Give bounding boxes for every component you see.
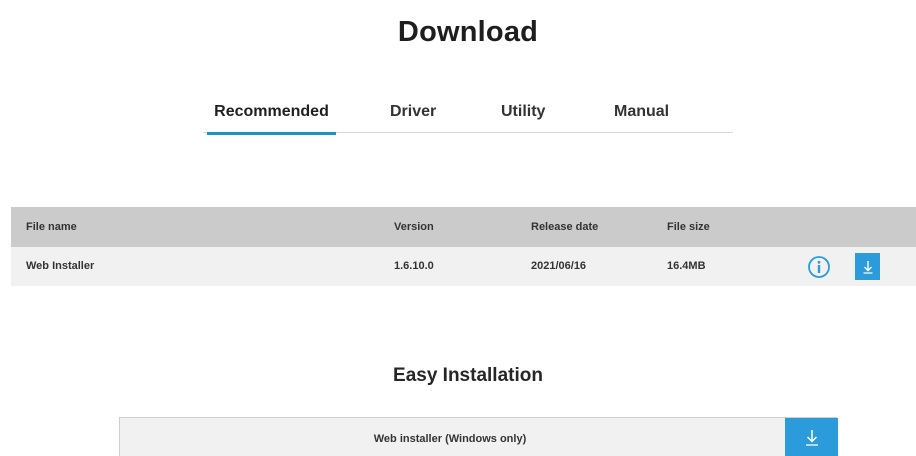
download-button[interactable] <box>855 253 880 280</box>
file-name-cell: Web Installer <box>26 260 95 272</box>
download-tabs: Recommended Driver Utility Manual <box>203 99 733 135</box>
table-header: File name Version Release date File size <box>11 207 916 247</box>
column-header-file-name: File name <box>26 221 77 233</box>
web-installer-download-button[interactable] <box>785 418 838 456</box>
release-date-cell: 2021/06/16 <box>531 260 587 272</box>
tab-driver[interactable]: Driver <box>390 103 436 133</box>
web-installer-label: Web installer (Windows only) <box>373 433 527 445</box>
file-table: File name Version Release date File size… <box>11 207 916 286</box>
tab-utility[interactable]: Utility <box>501 103 545 133</box>
tab-recommended[interactable]: Recommended <box>207 103 336 135</box>
info-icon[interactable] <box>807 255 831 279</box>
column-header-version: Version <box>394 221 434 233</box>
column-header-release-date: Release date <box>531 221 599 233</box>
download-icon <box>805 429 818 446</box>
page-title: Download <box>397 16 539 48</box>
table-row: Web Installer 1.6.10.0 2021/06/16 16.4MB <box>11 247 916 286</box>
column-header-file-size: File size <box>667 221 710 233</box>
download-icon <box>863 260 872 274</box>
download-page: Download Recommended Driver Utility Manu… <box>0 0 916 456</box>
file-size-cell: 16.4MB <box>667 260 706 272</box>
tab-manual[interactable]: Manual <box>614 103 669 133</box>
web-installer-bar[interactable]: Web installer (Windows only) <box>119 417 838 456</box>
version-cell: 1.6.10.0 <box>394 260 434 272</box>
easy-installation-title: Easy Installation <box>393 365 543 386</box>
